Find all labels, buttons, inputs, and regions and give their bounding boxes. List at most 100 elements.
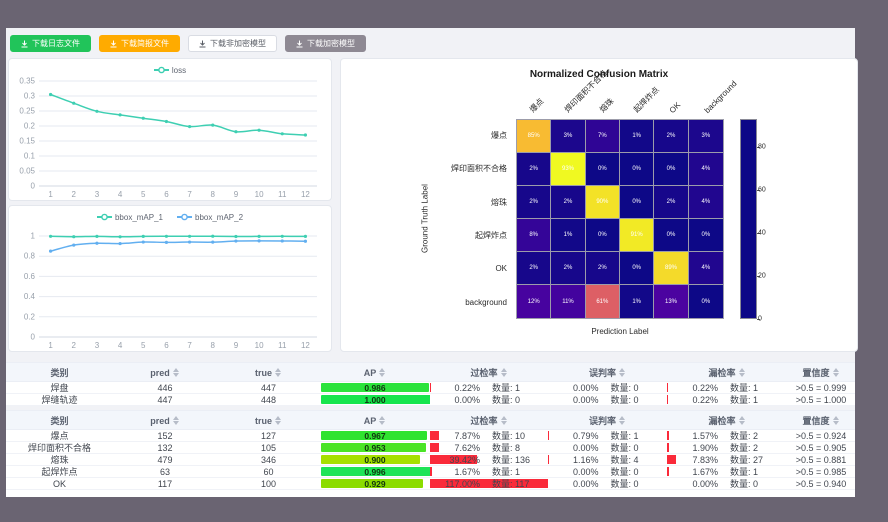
mis-rate-cell: 0.00%数量: 0 (548, 478, 667, 489)
column-header-漏检率[interactable]: 漏检率 (667, 363, 787, 381)
ap-value: 0.967 (320, 430, 430, 441)
sort-caret-icon[interactable] (619, 416, 626, 425)
sort-caret-icon[interactable] (739, 368, 746, 377)
column-header-误判率[interactable]: 误判率 (548, 411, 667, 429)
column-header-pred[interactable]: pred (113, 411, 217, 429)
rate-percent: 7.83% (680, 454, 718, 465)
column-header-AP[interactable]: AP (320, 411, 430, 429)
svg-text:0.8: 0.8 (24, 252, 36, 261)
ap-cell: 0.953 (320, 442, 430, 453)
column-header-label: pred (150, 368, 170, 378)
confusion-cell-5-4: 13% (654, 285, 688, 318)
confusion-cell-0-5: 3% (689, 120, 723, 153)
column-header-label: 误判率 (589, 368, 616, 378)
svg-text:8: 8 (211, 341, 216, 350)
column-header-置信度[interactable]: 置信度 (787, 363, 855, 381)
column-header-置信度[interactable]: 置信度 (787, 411, 855, 429)
column-header-label: AP (364, 416, 377, 426)
category-cell: 起焊炸点 (6, 466, 113, 477)
rate-percent: 0.22% (442, 382, 480, 393)
sort-caret-icon[interactable] (833, 416, 840, 425)
sort-caret-icon[interactable] (619, 368, 626, 377)
column-header-label: 漏检率 (708, 368, 735, 378)
confusion-cell-2-5: 4% (689, 186, 723, 219)
rate-count: 数量: 1 (730, 466, 774, 477)
column-header-true[interactable]: true (217, 411, 320, 429)
rate-count: 数量: 1 (730, 382, 774, 393)
sort-caret-icon[interactable] (739, 416, 746, 425)
category-cell: OK (6, 478, 113, 489)
mis-rate-cell: 0.00%数量: 0 (548, 466, 667, 477)
download-icon (199, 40, 206, 48)
sort-caret-icon[interactable] (379, 416, 386, 425)
confusion-cell-0-1: 3% (551, 120, 585, 153)
svg-text:1: 1 (48, 341, 53, 350)
svg-text:0.05: 0.05 (19, 167, 35, 176)
column-header-AP[interactable]: AP (320, 363, 430, 381)
svg-text:0.2: 0.2 (24, 312, 36, 321)
svg-text:9: 9 (234, 190, 239, 199)
download-log-button[interactable]: 下载日志文件 (10, 35, 91, 52)
column-header-true[interactable]: true (217, 363, 320, 381)
rate-percent: 1.57% (680, 430, 718, 441)
rate-percent: 1.90% (680, 442, 718, 453)
confusion-cell-4-3: 0% (620, 252, 654, 285)
rate-percent: 1.67% (442, 466, 480, 477)
confusion-col-label: 爆点 (528, 96, 547, 115)
map-chart: 00.20.40.60.81123456789101112 (9, 206, 331, 351)
column-header-pred[interactable]: pred (113, 363, 217, 381)
download-icon (296, 40, 303, 48)
mis-rate-cell: 0.00%数量: 0 (548, 442, 667, 453)
sort-caret-icon[interactable] (275, 416, 282, 425)
category-cell: 焊缝轨迹 (6, 394, 113, 405)
sort-caret-icon[interactable] (501, 416, 508, 425)
sort-caret-icon[interactable] (379, 368, 386, 377)
confusion-cell-4-2: 2% (586, 252, 620, 285)
column-header-误判率[interactable]: 误判率 (548, 363, 667, 381)
sort-caret-icon[interactable] (833, 368, 840, 377)
rate-percent: 39.42% (442, 454, 480, 465)
confusion-cell-2-4: 2% (654, 186, 688, 219)
rate-count: 数量: 0 (611, 442, 655, 453)
rate-percent: 0.79% (561, 430, 599, 441)
confusion-matrix-colorbar (740, 119, 757, 319)
table-row: 焊印面积不合格1321050.9537.62%数量: 80.00%数量: 01.… (6, 442, 855, 454)
sort-caret-icon[interactable] (275, 368, 282, 377)
over-rate-cell: 1.67%数量: 1 (430, 466, 548, 477)
rate-count: 数量: 1 (730, 394, 774, 405)
svg-text:11: 11 (278, 190, 287, 199)
button-label: 下载日志文件 (32, 38, 80, 49)
confusion-col-label: 起焊炸点 (632, 85, 662, 115)
svg-text:0.25: 0.25 (19, 107, 35, 116)
svg-text:2: 2 (72, 190, 77, 199)
sort-caret-icon[interactable] (173, 368, 180, 377)
true-cell: 60 (217, 466, 320, 477)
sort-caret-icon[interactable] (501, 368, 508, 377)
confusion-cell-5-3: 1% (620, 285, 654, 318)
confusion-cell-5-1: 11% (551, 285, 585, 318)
svg-text:1: 1 (31, 232, 36, 241)
sort-caret-icon[interactable] (173, 416, 180, 425)
column-header-类别: 类别 (6, 363, 113, 381)
over-rate-cell: 39.42%数量: 136 (430, 454, 548, 465)
download-encrypted-model-button[interactable]: 下载加密模型 (285, 35, 366, 52)
download-plain-model-button[interactable]: 下载非加密模型 (188, 35, 277, 52)
download-toolbar: 下载日志文件 下载简报文件 下载非加密模型下载加密模型 (10, 35, 366, 53)
rate-percent: 0.22% (680, 382, 718, 393)
svg-text:1: 1 (48, 190, 53, 199)
column-header-label: 类别 (50, 368, 68, 378)
column-header-过检率[interactable]: 过检率 (430, 411, 548, 429)
category-cell: 焊印面积不合格 (6, 442, 113, 453)
mis-rate-cell: 0.00%数量: 0 (548, 394, 667, 405)
confidence-cell: >0.5 = 0.999 (787, 382, 855, 393)
rate-percent: 7.87% (442, 430, 480, 441)
over-rate-cell: 0.22%数量: 1 (430, 382, 548, 393)
pred-cell: 132 (113, 442, 217, 453)
ap-cell: 0.929 (320, 478, 430, 489)
rate-count: 数量: 27 (730, 454, 774, 465)
download-report-button[interactable]: 下载简报文件 (99, 35, 180, 52)
button-label: 下载简报文件 (121, 38, 169, 49)
svg-text:6: 6 (164, 190, 169, 199)
column-header-过检率[interactable]: 过检率 (430, 363, 548, 381)
column-header-漏检率[interactable]: 漏检率 (667, 411, 787, 429)
